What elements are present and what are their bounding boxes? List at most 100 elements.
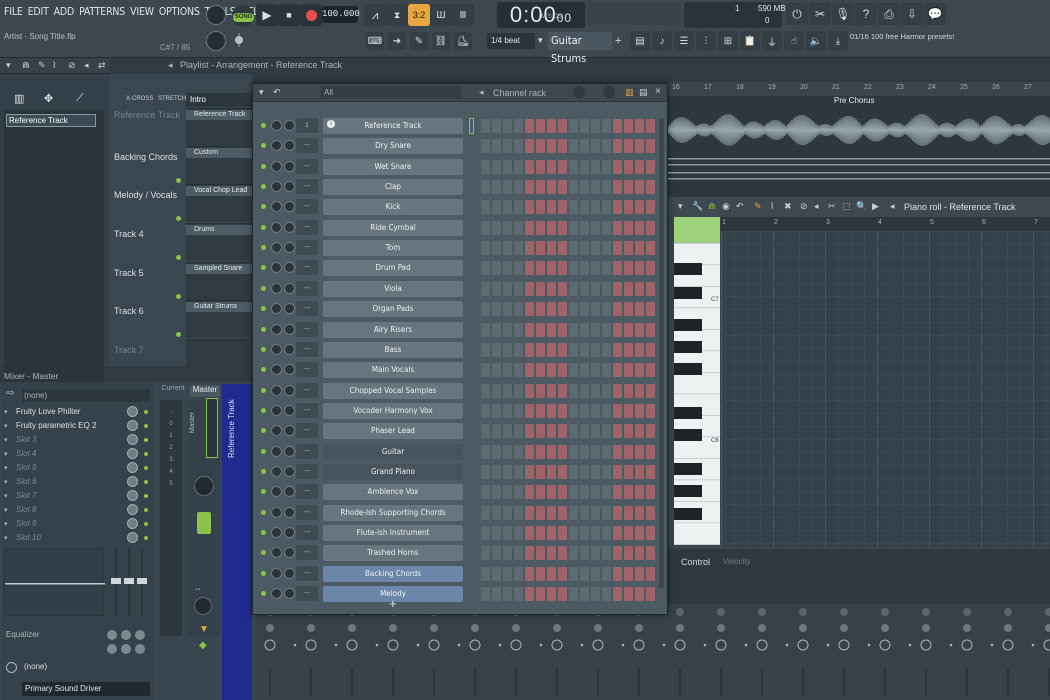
channel-pan-knob[interactable] [271,486,282,498]
step-button[interactable] [503,159,512,174]
step-button[interactable] [503,281,512,296]
playlist-clip[interactable]: Drums [186,225,252,235]
step-button[interactable] [481,526,490,540]
channel-mute-led[interactable] [261,550,266,556]
piano-keyboard[interactable] [674,243,720,545]
step-button[interactable] [646,383,655,398]
channel-mixer-track[interactable]: --- [296,362,318,378]
channel-mixer-track[interactable]: --- [296,341,318,357]
mixer-input-select[interactable]: (none) [22,389,150,402]
strip-route-knob[interactable] [510,639,522,651]
channel-name-button[interactable]: Kick [323,199,463,216]
mixer-view-button[interactable]: ⫶ [696,31,716,51]
step-button[interactable] [624,485,633,500]
step-button[interactable] [580,363,589,378]
mixer-effect-slot[interactable]: Slot 6 [16,477,36,486]
play-button[interactable]: ▶ [256,4,278,26]
channel-mixer-track[interactable]: --- [296,240,318,256]
channel-rack-scrollbar[interactable] [659,118,664,588]
step-button[interactable] [635,566,644,581]
strip-fader-track[interactable] [638,668,640,696]
step-button[interactable] [635,261,644,276]
pr-undo-icon[interactable]: ↶ [736,201,744,212]
strip-knob[interactable] [1045,624,1050,632]
step-button[interactable] [613,424,622,439]
control-selector[interactable]: Control [681,557,710,567]
step-button[interactable] [536,485,545,500]
channel-name-button[interactable]: Drum Pad [323,260,463,277]
step-button[interactable] [547,424,556,439]
step-button[interactable] [624,342,633,357]
step-button[interactable] [602,444,611,459]
strip-fader-track[interactable] [761,668,763,696]
step-button[interactable] [580,139,589,154]
step-button[interactable] [602,119,611,133]
strip-knob[interactable] [266,624,274,632]
step-button[interactable] [602,363,611,378]
step-button[interactable] [569,220,578,235]
step-button[interactable] [635,485,644,500]
strip-fader-track[interactable] [925,668,927,696]
black-key[interactable] [674,341,702,353]
step-button[interactable] [646,444,655,459]
snap-selector[interactable]: 1/4 beat [487,33,535,49]
step-button[interactable] [602,281,611,296]
step-button[interactable] [481,180,490,195]
pr-record-icon[interactable]: ◉ [722,201,730,212]
channel-select-indicator[interactable] [469,118,474,134]
strip-route-knob[interactable] [838,639,850,651]
track-status-dot[interactable] [176,255,181,260]
channel-name-button[interactable]: Reference Track [323,118,463,134]
step-button[interactable] [635,220,644,235]
channel-mixer-track[interactable]: --- [296,565,318,581]
step-button[interactable] [602,464,611,479]
track-header[interactable]: Track 5 [114,268,144,278]
black-key[interactable] [674,429,702,441]
step-button[interactable] [536,424,545,439]
step-button[interactable] [481,119,490,133]
step-button[interactable] [525,241,534,256]
channel-pan-knob[interactable] [271,445,282,457]
step-button[interactable] [547,281,556,296]
step-button[interactable] [580,159,589,174]
channel-name-button[interactable]: Trashed Horns [323,545,463,562]
channel-name-button[interactable]: Organ Pads [323,301,463,318]
slot-mix-knob[interactable] [127,406,138,417]
step-button[interactable] [569,180,578,195]
strip-fader-track[interactable] [433,668,435,696]
step-button[interactable] [558,424,567,439]
step-button[interactable] [514,281,523,296]
playlist-clip[interactable]: Sampled Snare [186,264,252,274]
step-button[interactable] [646,159,655,174]
step-button[interactable] [591,159,600,174]
song-time-display[interactable]: 0:0000 M:S:CS [497,2,585,28]
step-button[interactable] [558,505,567,520]
step-button[interactable] [635,322,644,337]
menu-file[interactable]: FILE [4,6,23,18]
step-button[interactable] [624,200,633,215]
tempo-display[interactable]: 100.000 [322,6,360,23]
slot-menu-arrow-icon[interactable]: ▾ [4,408,8,416]
step-button[interactable] [514,139,523,154]
step-button[interactable] [492,424,501,439]
step-button[interactable] [635,139,644,154]
step-button[interactable] [613,464,622,479]
slot-menu-arrow-icon[interactable]: ▾ [4,450,8,458]
step-button[interactable] [558,485,567,500]
strip-fader-track[interactable] [966,668,968,696]
step-button[interactable] [613,587,622,602]
channel-mute-led[interactable] [261,204,266,210]
strip-route-knob[interactable] [592,639,604,651]
step-button[interactable] [547,220,556,235]
channel-mixer-track[interactable]: --- [296,423,318,439]
black-key[interactable] [674,319,702,331]
step-button[interactable] [503,424,512,439]
step-button[interactable] [613,139,622,154]
step-button[interactable] [547,464,556,479]
step-button[interactable] [514,342,523,357]
channel-rack-view-button[interactable]: ☰ [674,31,694,51]
channel-pan-knob[interactable] [271,384,282,396]
step-button[interactable] [569,139,578,154]
strip-route-knob[interactable] [715,639,727,651]
channel-mixer-track[interactable]: --- [296,138,318,154]
